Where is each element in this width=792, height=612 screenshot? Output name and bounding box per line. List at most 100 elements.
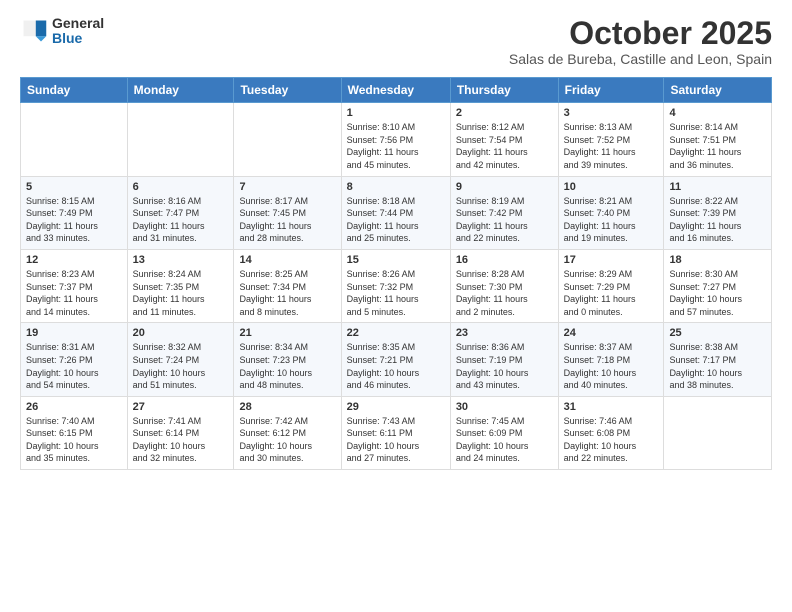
day-number: 15 [347, 254, 445, 266]
day-number: 30 [456, 401, 553, 413]
calendar-cell: 27 Sunrise: 7:41 AM Sunset: 6:14 PM Dayli… [127, 396, 234, 469]
calendar-cell: 5Sunrise: 8:15 AM Sunset: 7:49 PM Daylig… [21, 176, 128, 249]
title-block: October 2025 Salas de Bureba, Castille a… [509, 16, 772, 67]
calendar-cell: 21 Sunrise: 8:34 AM Sunset: 7:23 PM Dayli… [234, 323, 341, 396]
day-of-week-header: Thursday [450, 78, 558, 103]
day-info: Sunrise: 8:36 AM Sunset: 7:19 PM Dayligh… [456, 341, 553, 391]
calendar-cell: 31 Sunrise: 7:46 AM Sunset: 6:08 PM Dayli… [558, 396, 664, 469]
calendar-header-row: SundayMondayTuesdayWednesdayThursdayFrid… [21, 78, 772, 103]
calendar-cell: 1Sunrise: 8:10 AM Sunset: 7:56 PM Daylig… [341, 103, 450, 176]
day-number: 28 [239, 401, 335, 413]
calendar-cell: 12 Sunrise: 8:23 AM Sunset: 7:37 PM Dayli… [21, 249, 128, 322]
header: General Blue October 2025 Salas de Bureb… [20, 16, 772, 67]
day-info: Sunrise: 7:45 AM Sunset: 6:09 PM Dayligh… [456, 415, 553, 465]
day-info: Sunrise: 8:31 AM Sunset: 7:26 PM Dayligh… [26, 341, 122, 391]
calendar-cell: 16 Sunrise: 8:28 AM Sunset: 7:30 PM Dayli… [450, 249, 558, 322]
calendar-cell: 6Sunrise: 8:16 AM Sunset: 7:47 PM Daylig… [127, 176, 234, 249]
calendar-cell: 26 Sunrise: 7:40 AM Sunset: 6:15 PM Dayli… [21, 396, 128, 469]
day-number: 26 [26, 401, 122, 413]
calendar-cell [21, 103, 128, 176]
day-number: 19 [26, 327, 122, 339]
day-info: Sunrise: 7:42 AM Sunset: 6:12 PM Dayligh… [239, 415, 335, 465]
day-info: Sunrise: 8:34 AM Sunset: 7:23 PM Dayligh… [239, 341, 335, 391]
day-info: Sunrise: 8:17 AM Sunset: 7:45 PM Dayligh… [239, 195, 335, 245]
location-subtitle: Salas de Bureba, Castille and Leon, Spai… [509, 51, 772, 67]
logo: General Blue [20, 16, 104, 47]
calendar-cell: 15Sunrise: 8:26 AM Sunset: 7:32 PM Dayli… [341, 249, 450, 322]
calendar-cell [664, 396, 772, 469]
day-number: 25 [669, 327, 766, 339]
day-info: Sunrise: 8:35 AM Sunset: 7:21 PM Dayligh… [347, 341, 445, 391]
calendar-week-row: 12 Sunrise: 8:23 AM Sunset: 7:37 PM Dayli… [21, 249, 772, 322]
calendar-cell: 7 Sunrise: 8:17 AM Sunset: 7:45 PM Daylig… [234, 176, 341, 249]
day-info: Sunrise: 8:28 AM Sunset: 7:30 PM Dayligh… [456, 268, 553, 318]
day-of-week-header: Saturday [664, 78, 772, 103]
calendar-cell [127, 103, 234, 176]
day-info: Sunrise: 7:46 AM Sunset: 6:08 PM Dayligh… [564, 415, 659, 465]
day-info: Sunrise: 7:40 AM Sunset: 6:15 PM Dayligh… [26, 415, 122, 465]
calendar-cell: 25Sunrise: 8:38 AM Sunset: 7:17 PM Dayli… [664, 323, 772, 396]
calendar-cell: 22 Sunrise: 8:35 AM Sunset: 7:21 PM Dayli… [341, 323, 450, 396]
day-info: Sunrise: 8:30 AM Sunset: 7:27 PM Dayligh… [669, 268, 766, 318]
day-number: 23 [456, 327, 553, 339]
day-number: 14 [239, 254, 335, 266]
day-info: Sunrise: 8:37 AM Sunset: 7:18 PM Dayligh… [564, 341, 659, 391]
day-info: Sunrise: 8:29 AM Sunset: 7:29 PM Dayligh… [564, 268, 659, 318]
calendar-cell: 10 Sunrise: 8:21 AM Sunset: 7:40 PM Dayli… [558, 176, 664, 249]
calendar-week-row: 19 Sunrise: 8:31 AM Sunset: 7:26 PM Dayli… [21, 323, 772, 396]
day-of-week-header: Friday [558, 78, 664, 103]
day-info: Sunrise: 8:10 AM Sunset: 7:56 PM Dayligh… [347, 121, 445, 171]
day-number: 10 [564, 181, 659, 193]
calendar-cell: 19 Sunrise: 8:31 AM Sunset: 7:26 PM Dayli… [21, 323, 128, 396]
month-title: October 2025 [509, 16, 772, 51]
day-number: 4 [669, 107, 766, 119]
day-info: Sunrise: 8:22 AM Sunset: 7:39 PM Dayligh… [669, 195, 766, 245]
day-number: 31 [564, 401, 659, 413]
calendar-cell: 24Sunrise: 8:37 AM Sunset: 7:18 PM Dayli… [558, 323, 664, 396]
day-number: 7 [239, 181, 335, 193]
day-of-week-header: Wednesday [341, 78, 450, 103]
day-info: Sunrise: 8:16 AM Sunset: 7:47 PM Dayligh… [133, 195, 229, 245]
calendar-week-row: 26 Sunrise: 7:40 AM Sunset: 6:15 PM Dayli… [21, 396, 772, 469]
day-number: 17 [564, 254, 659, 266]
calendar-cell: 20Sunrise: 8:32 AM Sunset: 7:24 PM Dayli… [127, 323, 234, 396]
day-info: Sunrise: 8:23 AM Sunset: 7:37 PM Dayligh… [26, 268, 122, 318]
day-number: 21 [239, 327, 335, 339]
day-number: 11 [669, 181, 766, 193]
day-number: 27 [133, 401, 229, 413]
logo-text: General Blue [52, 16, 104, 47]
day-of-week-header: Monday [127, 78, 234, 103]
day-number: 16 [456, 254, 553, 266]
day-info: Sunrise: 7:43 AM Sunset: 6:11 PM Dayligh… [347, 415, 445, 465]
day-of-week-header: Sunday [21, 78, 128, 103]
calendar-cell: 14 Sunrise: 8:25 AM Sunset: 7:34 PM Dayli… [234, 249, 341, 322]
day-number: 8 [347, 181, 445, 193]
calendar-cell: 2 Sunrise: 8:12 AM Sunset: 7:54 PM Daylig… [450, 103, 558, 176]
day-info: Sunrise: 8:32 AM Sunset: 7:24 PM Dayligh… [133, 341, 229, 391]
calendar-cell [234, 103, 341, 176]
day-info: Sunrise: 8:21 AM Sunset: 7:40 PM Dayligh… [564, 195, 659, 245]
day-info: Sunrise: 8:15 AM Sunset: 7:49 PM Dayligh… [26, 195, 122, 245]
day-number: 18 [669, 254, 766, 266]
day-number: 13 [133, 254, 229, 266]
calendar-cell: 28 Sunrise: 7:42 AM Sunset: 6:12 PM Dayli… [234, 396, 341, 469]
day-number: 2 [456, 107, 553, 119]
calendar-cell: 9Sunrise: 8:19 AM Sunset: 7:42 PM Daylig… [450, 176, 558, 249]
calendar-cell: 11 Sunrise: 8:22 AM Sunset: 7:39 PM Dayli… [664, 176, 772, 249]
calendar: SundayMondayTuesdayWednesdayThursdayFrid… [20, 77, 772, 470]
logo-icon [20, 17, 48, 45]
day-number: 9 [456, 181, 553, 193]
day-number: 12 [26, 254, 122, 266]
day-info: Sunrise: 8:12 AM Sunset: 7:54 PM Dayligh… [456, 121, 553, 171]
calendar-cell: 29 Sunrise: 7:43 AM Sunset: 6:11 PM Dayli… [341, 396, 450, 469]
day-number: 29 [347, 401, 445, 413]
day-info: Sunrise: 8:24 AM Sunset: 7:35 PM Dayligh… [133, 268, 229, 318]
day-number: 3 [564, 107, 659, 119]
day-number: 22 [347, 327, 445, 339]
calendar-cell: 23 Sunrise: 8:36 AM Sunset: 7:19 PM Dayli… [450, 323, 558, 396]
calendar-cell: 30 Sunrise: 7:45 AM Sunset: 6:09 PM Dayli… [450, 396, 558, 469]
day-info: Sunrise: 8:25 AM Sunset: 7:34 PM Dayligh… [239, 268, 335, 318]
day-info: Sunrise: 7:41 AM Sunset: 6:14 PM Dayligh… [133, 415, 229, 465]
calendar-week-row: 5Sunrise: 8:15 AM Sunset: 7:49 PM Daylig… [21, 176, 772, 249]
page: General Blue October 2025 Salas de Bureb… [0, 0, 792, 612]
